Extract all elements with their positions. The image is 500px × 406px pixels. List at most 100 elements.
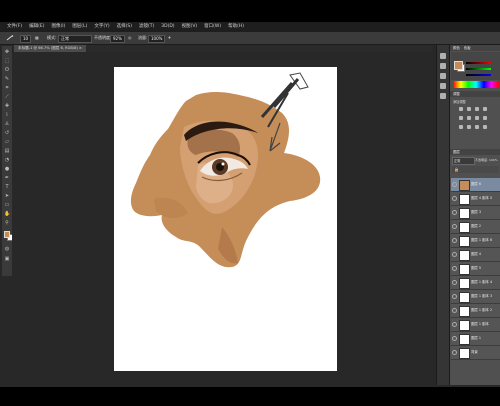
- vibrance-icon[interactable]: [459, 116, 463, 120]
- adjustments-tab[interactable]: 调整: [453, 92, 460, 96]
- color-spectrum-bar[interactable]: [453, 81, 499, 88]
- document-tab[interactable]: 未标题-1 @ 66.7% (图层 6, RGB/8) ×: [14, 45, 86, 52]
- brush-presets-panel-icon[interactable]: [440, 83, 446, 89]
- visibility-eye-icon[interactable]: [452, 350, 457, 355]
- opacity-field[interactable]: 92%: [110, 35, 125, 43]
- visibility-eye-icon[interactable]: [452, 280, 457, 285]
- clone-stamp-icon[interactable]: ♙: [4, 121, 10, 127]
- lasso-icon[interactable]: ʘ: [4, 67, 10, 73]
- layer-row[interactable]: 图层 1: [451, 332, 500, 346]
- eraser-icon[interactable]: ▱: [4, 139, 10, 145]
- type-icon[interactable]: T: [4, 184, 10, 190]
- flow-field[interactable]: 100%: [148, 35, 166, 43]
- visibility-eye-icon[interactable]: [452, 336, 457, 341]
- properties-panel-icon[interactable]: [440, 73, 446, 79]
- levels-icon[interactable]: [467, 107, 471, 111]
- menu-image[interactable]: 图像(I): [51, 22, 65, 32]
- menu-3d[interactable]: 3D(D): [161, 22, 174, 32]
- layer-row[interactable]: 图层 1 副本 2: [451, 304, 500, 318]
- exposure-icon[interactable]: [483, 107, 487, 111]
- visibility-eye-icon[interactable]: [452, 224, 457, 229]
- swatches-tab[interactable]: 色板: [464, 46, 471, 50]
- move-icon[interactable]: ✥: [4, 49, 10, 55]
- dodge-icon[interactable]: ●: [4, 166, 10, 172]
- mode-select[interactable]: 正常: [58, 35, 92, 43]
- color-panel-fg-swatch[interactable]: [454, 61, 463, 70]
- curves-icon[interactable]: [475, 107, 479, 111]
- layers-tab[interactable]: 图层: [453, 150, 460, 154]
- quick-mask-icon[interactable]: ◍: [4, 246, 10, 252]
- history-panel-icon[interactable]: [440, 53, 446, 59]
- healing-icon[interactable]: ✚: [4, 103, 10, 109]
- layer-row[interactable]: 图层 1 副本 4: [451, 276, 500, 290]
- layer-row[interactable]: 图层 3: [451, 206, 500, 220]
- visibility-eye-icon[interactable]: [452, 266, 457, 271]
- character-panel-icon[interactable]: [440, 93, 446, 99]
- eyedropper-icon[interactable]: ⟋: [4, 94, 10, 100]
- brush-panel-icon[interactable]: ▦: [33, 35, 41, 41]
- history-brush-icon[interactable]: ↺: [4, 130, 10, 136]
- threshold-icon[interactable]: [475, 125, 479, 129]
- visibility-eye-icon[interactable]: [452, 308, 457, 313]
- layer-row[interactable]: 图层 6: [451, 178, 500, 192]
- layer-row[interactable]: 图层 5: [451, 262, 500, 276]
- airbrush-icon[interactable]: ✈: [166, 35, 173, 41]
- lock-icon[interactable]: 🔒: [454, 167, 459, 172]
- tool-preset-brush-icon[interactable]: [4, 35, 16, 41]
- brightness-icon[interactable]: [459, 107, 463, 111]
- layer-row[interactable]: 图层 1 副本: [451, 318, 500, 332]
- menu-layer[interactable]: 图层(L): [72, 22, 87, 32]
- layer-row[interactable]: 图层 4 副本 5: [451, 192, 500, 206]
- blue-slider[interactable]: [466, 74, 491, 76]
- menu-help[interactable]: 帮助(H): [228, 22, 244, 32]
- gradient-map-icon[interactable]: [483, 125, 487, 129]
- layer-row[interactable]: 图层 2: [451, 220, 500, 234]
- gradient-icon[interactable]: ▤: [4, 148, 10, 154]
- layer-opacity-field[interactable]: 不透明度: 100%: [475, 158, 498, 162]
- color-tab[interactable]: 颜色: [453, 46, 460, 50]
- menu-filter[interactable]: 滤镜(T): [139, 22, 154, 32]
- screen-mode-icon[interactable]: ▣: [4, 256, 10, 262]
- crop-icon[interactable]: ⌗: [4, 85, 10, 91]
- black-white-icon[interactable]: [483, 116, 487, 120]
- blur-icon[interactable]: ◔: [4, 157, 10, 163]
- hue-saturation-icon[interactable]: [467, 116, 471, 120]
- blend-mode-select[interactable]: 正常: [452, 157, 475, 165]
- brush-icon[interactable]: ⌇: [4, 112, 10, 118]
- visibility-eye-icon[interactable]: [452, 252, 457, 257]
- visibility-eye-icon[interactable]: [452, 322, 457, 327]
- visibility-eye-icon[interactable]: [452, 196, 457, 201]
- layer-name: 图层 6: [471, 182, 482, 186]
- layer-row[interactable]: 图层 4: [451, 248, 500, 262]
- marquee-icon[interactable]: ⬚: [4, 58, 10, 64]
- layer-row[interactable]: 背景: [451, 346, 500, 360]
- layer-row[interactable]: 图层 1 副本 6: [451, 234, 500, 248]
- foreground-color-swatch[interactable]: [4, 231, 10, 238]
- menu-window[interactable]: 窗口(W): [204, 22, 221, 32]
- pen-icon[interactable]: ✒: [4, 175, 10, 181]
- visibility-eye-icon[interactable]: [452, 294, 457, 299]
- menu-type[interactable]: 文字(Y): [94, 22, 109, 32]
- visibility-eye-icon[interactable]: [452, 182, 457, 187]
- menu-select[interactable]: 选择(S): [117, 22, 132, 32]
- menu-file[interactable]: 文件(F): [7, 22, 22, 32]
- brush-size-field[interactable]: 10: [20, 35, 32, 43]
- visibility-eye-icon[interactable]: [452, 210, 457, 215]
- zoom-icon[interactable]: ⚲: [4, 220, 10, 226]
- color-balance-icon[interactable]: [475, 116, 479, 120]
- red-slider[interactable]: [466, 62, 491, 64]
- visibility-eye-icon[interactable]: [452, 238, 457, 243]
- pressure-opacity-icon[interactable]: ◎: [126, 35, 134, 41]
- posterize-icon[interactable]: [467, 125, 471, 129]
- quick-select-icon[interactable]: ✎: [4, 76, 10, 82]
- menu-edit[interactable]: 编辑(E): [29, 22, 44, 32]
- document-canvas[interactable]: [114, 67, 337, 371]
- green-slider[interactable]: [466, 68, 491, 70]
- layer-row[interactable]: 图层 1 副本 3: [451, 290, 500, 304]
- menu-view[interactable]: 视图(V): [182, 22, 198, 32]
- path-select-icon[interactable]: ➤: [4, 193, 10, 199]
- invert-icon[interactable]: [459, 125, 463, 129]
- hand-icon[interactable]: ✋: [4, 211, 10, 217]
- shape-icon[interactable]: ▭: [4, 202, 10, 208]
- actions-panel-icon[interactable]: [440, 63, 446, 69]
